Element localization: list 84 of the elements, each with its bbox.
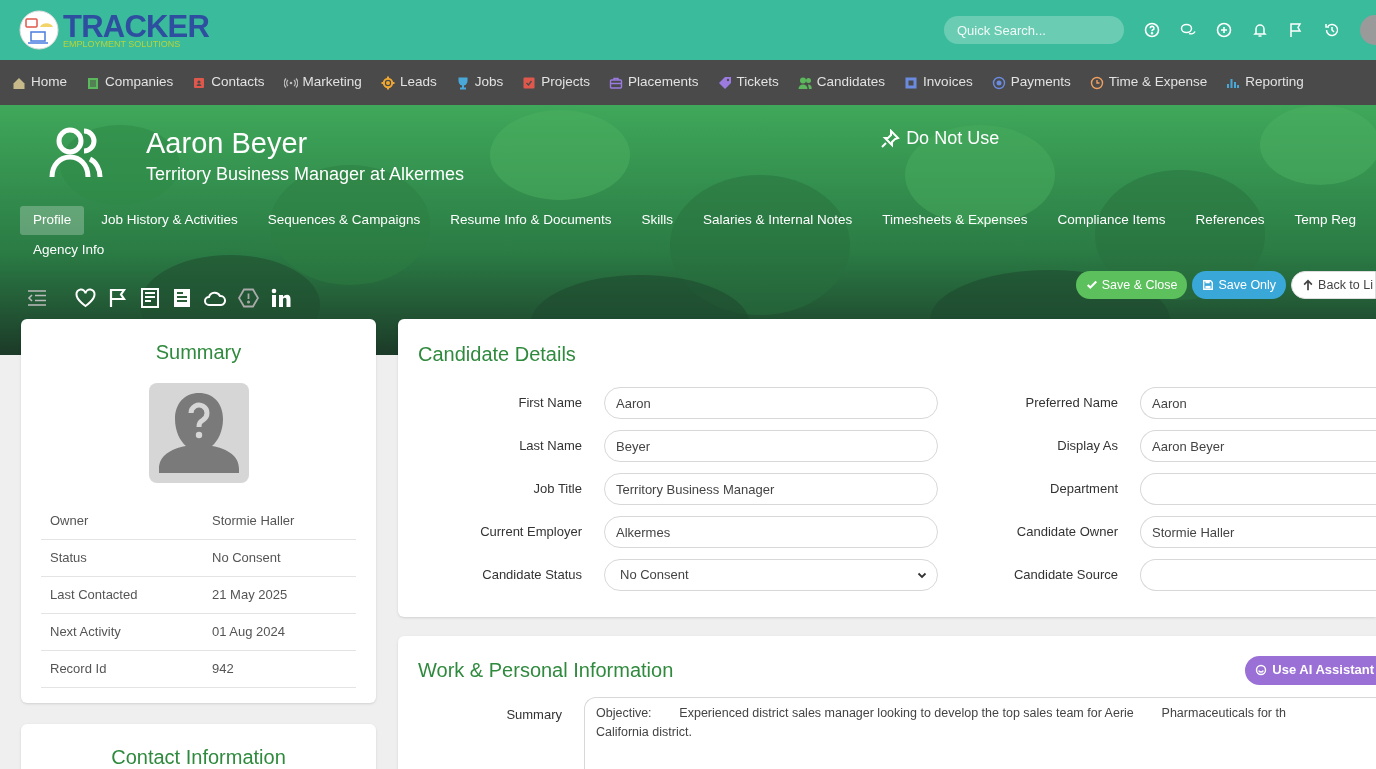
avatar-placeholder-icon [148, 383, 249, 483]
card-title: Summary [155, 340, 242, 365]
row-value: 942 [212, 660, 234, 679]
row-label: Owner [50, 512, 90, 531]
candidate-name: Aaron Beyer [146, 126, 309, 161]
input-field[interactable]: Territory Business Manager [604, 473, 938, 505]
input-field[interactable]: Alkermes [604, 516, 938, 548]
document-icon[interactable] [140, 288, 160, 308]
nav-link[interactable]: Payments [1010, 72, 1071, 93]
back-button[interactable]: Back to Li [1291, 271, 1376, 299]
nav-link[interactable]: Leads [399, 72, 437, 93]
tab[interactable]: Salaries & Internal Notes [690, 206, 866, 235]
card-title: Candidate Details [418, 343, 576, 365]
arrow-up-icon [1302, 279, 1315, 291]
warning-icon[interactable] [238, 288, 259, 308]
nav-link[interactable]: Candidates [816, 72, 886, 93]
field-label: Current Employer [479, 523, 583, 542]
candidate-headline: Territory Business Manager at Alkermes [146, 163, 465, 186]
input-field[interactable]: Stormie Haller [1140, 516, 1376, 548]
row-value: No Consent [212, 549, 281, 568]
flag-icon[interactable] [108, 288, 128, 308]
input-field[interactable]: Aaron [604, 387, 938, 419]
tab[interactable]: Resume Info & Documents [437, 206, 625, 235]
row-label: Last Contacted [50, 586, 139, 605]
nav-link[interactable]: Invoices [923, 72, 973, 93]
collapse-icon[interactable] [27, 290, 47, 306]
input-field[interactable]: Aaron Beyer [1140, 430, 1376, 462]
help-icon[interactable] [1144, 22, 1160, 38]
row-value: 01 Aug 2024 [212, 623, 286, 642]
card-title: Work & Personal Information [418, 658, 674, 683]
field-label: Summary [505, 706, 563, 724]
status-label: Do Not Use [906, 127, 1000, 150]
input-field[interactable] [1140, 473, 1376, 505]
card-title: Contact Information [111, 745, 286, 769]
field-label: Preferred Name [1024, 394, 1119, 413]
nav-link[interactable]: Home [31, 72, 67, 93]
nav-link[interactable]: Tickets [736, 72, 779, 93]
input-field[interactable]: Aaron [1140, 387, 1376, 419]
nav-link[interactable]: Marketing [302, 72, 362, 93]
input-field[interactable] [1140, 559, 1376, 591]
nav-link[interactable]: Jobs [474, 72, 504, 93]
linkedin-icon[interactable] [271, 288, 291, 308]
field-label: Department [1049, 480, 1119, 499]
nav-link[interactable]: Reporting [1245, 72, 1304, 93]
logo-title: TRACKER [63, 11, 210, 42]
row-label: Next Activity [50, 623, 122, 642]
field-label: First Name [517, 394, 583, 413]
field-label: Last Name [518, 437, 583, 456]
tab[interactable]: Agency Info [20, 236, 118, 265]
add-icon[interactable] [1216, 22, 1232, 38]
summary-textarea[interactable]: Objective: Experienced district sales manager looking to develop the top sales team for Aerie Pharmaceuticals for th California district. [584, 697, 1376, 769]
check-icon [1085, 279, 1098, 291]
row-label: Record Id [50, 660, 108, 679]
logo-icon [19, 10, 59, 50]
logo-subtitle: EMPLOYMENT SOLUTIONS [63, 40, 182, 49]
pin-icon [880, 128, 901, 149]
document-icon[interactable] [172, 288, 192, 308]
field-label: Candidate Source [1012, 566, 1119, 585]
row-label: Status [50, 549, 88, 568]
tab[interactable]: Job History & Activities [88, 206, 251, 235]
ai-assistant-button[interactable]: Use AI Assistant [1245, 655, 1376, 685]
cloud-icon[interactable] [204, 289, 226, 307]
field-label: Candidate Owner [1015, 523, 1119, 542]
tab[interactable]: References [1182, 206, 1278, 235]
field-label: Display As [1056, 437, 1119, 456]
input-field[interactable]: Beyer [604, 430, 938, 462]
chevron-down-icon [917, 570, 927, 580]
bell-icon[interactable] [1252, 22, 1268, 38]
tab[interactable]: Timesheets & Expenses [869, 206, 1041, 235]
nav-link[interactable]: Companies [105, 72, 174, 93]
tab[interactable]: Sequences & Campaigns [254, 206, 434, 235]
tab[interactable]: Compliance Items [1044, 206, 1179, 235]
row-value: 21 May 2025 [212, 586, 288, 605]
heart-icon[interactable] [75, 288, 96, 308]
nav-link[interactable]: Contacts [211, 72, 265, 93]
row-value: Stormie Haller [212, 512, 295, 531]
tab[interactable]: Temp Reg [1281, 206, 1370, 235]
nav-link[interactable]: Projects [541, 72, 590, 93]
tab[interactable]: Skills [628, 206, 686, 235]
nav-link[interactable]: Time & Expense [1108, 72, 1208, 93]
nav-link[interactable]: Placements [628, 72, 699, 93]
history-icon[interactable] [1324, 22, 1340, 38]
field-label: Candidate Status [481, 566, 583, 585]
field-label: Job Title [532, 480, 583, 499]
